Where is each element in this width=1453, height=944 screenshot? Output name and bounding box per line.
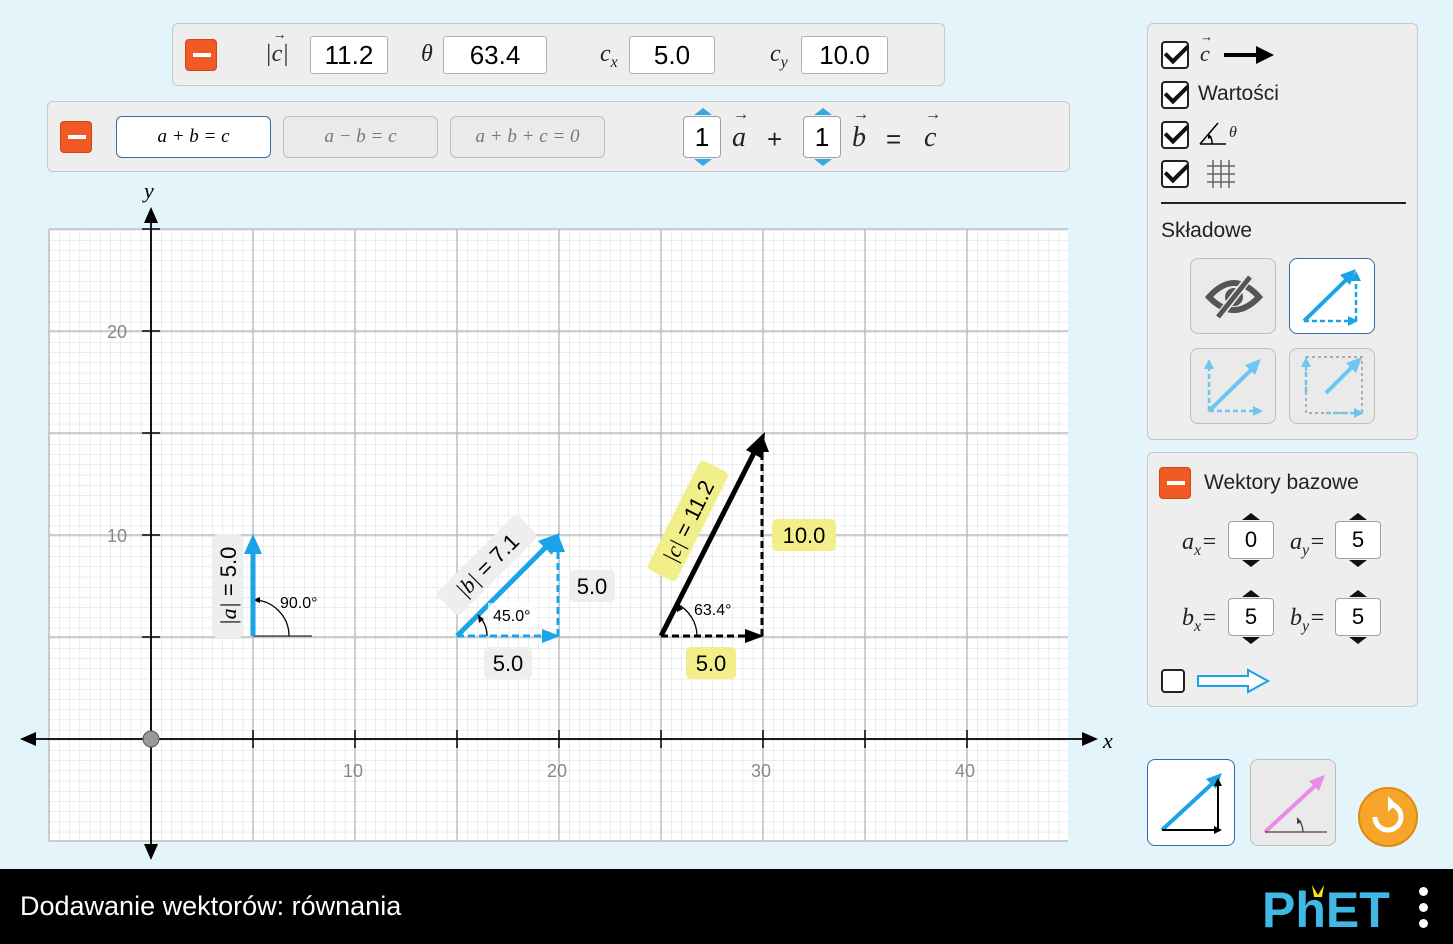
- base-vectors-panel: Wektory bazowe ax= 0 ay= 5 bx= 5 by= 5: [1147, 452, 1418, 707]
- by-increment-icon[interactable]: [1349, 590, 1367, 597]
- grid-checkbox[interactable]: [1161, 160, 1189, 188]
- by-decrement-icon[interactable]: [1349, 637, 1367, 644]
- by-label: by=: [1290, 605, 1326, 635]
- eye-slash-icon: [1204, 272, 1264, 322]
- components-invisible-button[interactable]: [1190, 258, 1276, 334]
- by-spinner[interactable]: 5: [1335, 590, 1381, 644]
- x-tick-20: 20: [547, 761, 567, 781]
- components-title: Składowe: [1161, 219, 1253, 242]
- vector-b-y-component-label: 5.0: [577, 574, 608, 599]
- y-tick-20: 20: [107, 322, 127, 342]
- vector-b-angle-label: 45.0°: [493, 608, 531, 625]
- projection-components-icon: [1301, 356, 1364, 418]
- ay-label: ay=: [1290, 529, 1326, 559]
- values-checkbox[interactable]: [1161, 81, 1189, 109]
- ax-decrement-icon[interactable]: [1242, 560, 1260, 567]
- cartesian-mode-button[interactable]: [1147, 759, 1235, 846]
- base-vectors-title: Wektory bazowe: [1204, 471, 1359, 494]
- sim-title: Dodawanie wektorów: równania: [20, 891, 402, 921]
- base-vector-arrow-icon: [1197, 668, 1271, 694]
- components-parallelogram-button[interactable]: [1190, 348, 1276, 424]
- reset-icon: [1372, 796, 1404, 833]
- footer-bar: Dodawanie wektorów: równania PhET: [0, 869, 1453, 944]
- grid-icon: [1207, 160, 1235, 188]
- ay-increment-icon[interactable]: [1349, 513, 1367, 520]
- ay-spinner[interactable]: 5: [1335, 513, 1381, 567]
- vector-a-angle-label: 90.0°: [280, 595, 318, 612]
- options-divider: [1161, 202, 1406, 204]
- collapse-base-vectors-button[interactable]: [1159, 467, 1191, 499]
- polar-icon: [1263, 775, 1327, 834]
- reset-button[interactable]: [1358, 787, 1418, 847]
- y-axis-label: y: [142, 178, 154, 203]
- vector-a-magnitude-label: |a| = 5.0: [216, 547, 241, 626]
- x-axis-label: x: [1102, 728, 1113, 753]
- components-projection-button[interactable]: [1289, 348, 1375, 424]
- graph: x y 10 20 30 40 10 20 90.0° |a| = 5.0 45…: [20, 178, 1113, 860]
- bx-label: bx=: [1182, 605, 1218, 635]
- phet-logo[interactable]: PhET: [1262, 881, 1402, 938]
- vector-c-angle-label: 63.4°: [694, 602, 732, 619]
- x-tick-30: 30: [751, 761, 771, 781]
- angle-icon: [1199, 122, 1226, 145]
- ay-decrement-icon[interactable]: [1349, 560, 1367, 567]
- phet-logo-icon: PhET: [1262, 882, 1390, 938]
- ax-spinner[interactable]: 0: [1228, 513, 1274, 567]
- options-panel: → c Wartości θ Składowe: [1147, 23, 1418, 440]
- bx-increment-icon[interactable]: [1242, 590, 1260, 597]
- ax-increment-icon[interactable]: [1242, 513, 1260, 520]
- show-base-vectors-checkbox[interactable]: [1161, 669, 1185, 693]
- origin-handle[interactable]: [142, 730, 160, 748]
- bx-decrement-icon[interactable]: [1242, 637, 1260, 644]
- components-triangle-button[interactable]: [1289, 258, 1375, 334]
- parallelogram-components-icon: [1204, 359, 1263, 416]
- sum-vector-arrow-icon: [1224, 46, 1274, 64]
- phet-logo-text: PhET: [1262, 882, 1390, 933]
- menu-kebab-icon[interactable]: [1417, 887, 1429, 931]
- vector-c-x-component-label: 5.0: [696, 651, 727, 676]
- x-tick-10: 10: [343, 761, 363, 781]
- cartesian-icon: [1160, 773, 1222, 834]
- ax-label: ax=: [1182, 529, 1218, 559]
- x-tick-40: 40: [955, 761, 975, 781]
- vector-c-y-component-label: 10.0: [783, 523, 826, 548]
- sum-vector-label: → c: [1200, 29, 1213, 66]
- triangle-components-icon: [1302, 269, 1361, 326]
- values-label: Wartości: [1198, 82, 1279, 105]
- y-tick-10: 10: [107, 526, 127, 546]
- vector-b-x-component-label: 5.0: [493, 651, 524, 676]
- sum-vector-checkbox[interactable]: [1161, 41, 1189, 69]
- angle-theta-label: θ: [1229, 124, 1237, 141]
- polar-mode-button[interactable]: [1250, 759, 1336, 846]
- bx-spinner[interactable]: 5: [1228, 590, 1274, 644]
- angles-checkbox[interactable]: [1161, 121, 1189, 149]
